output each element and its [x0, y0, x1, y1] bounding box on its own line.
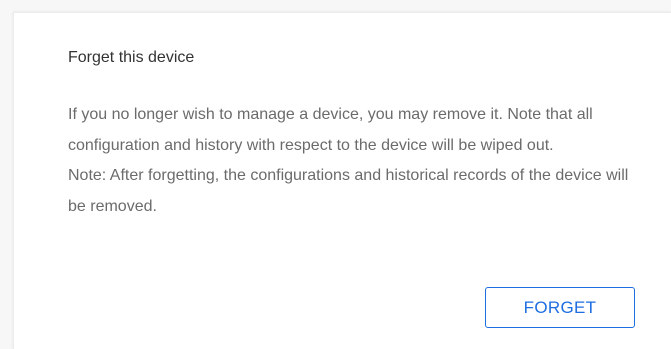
card-title: Forget this device [68, 49, 195, 66]
description-text: If you no longer wish to manage a device… [68, 106, 593, 154]
card-description: If you no longer wish to manage a device… [68, 100, 648, 222]
forget-device-card: Forget this device If you no longer wish… [13, 12, 671, 349]
note-text: Note: After forgetting, the configuratio… [68, 167, 629, 215]
forget-button[interactable]: FORGET [485, 287, 635, 328]
